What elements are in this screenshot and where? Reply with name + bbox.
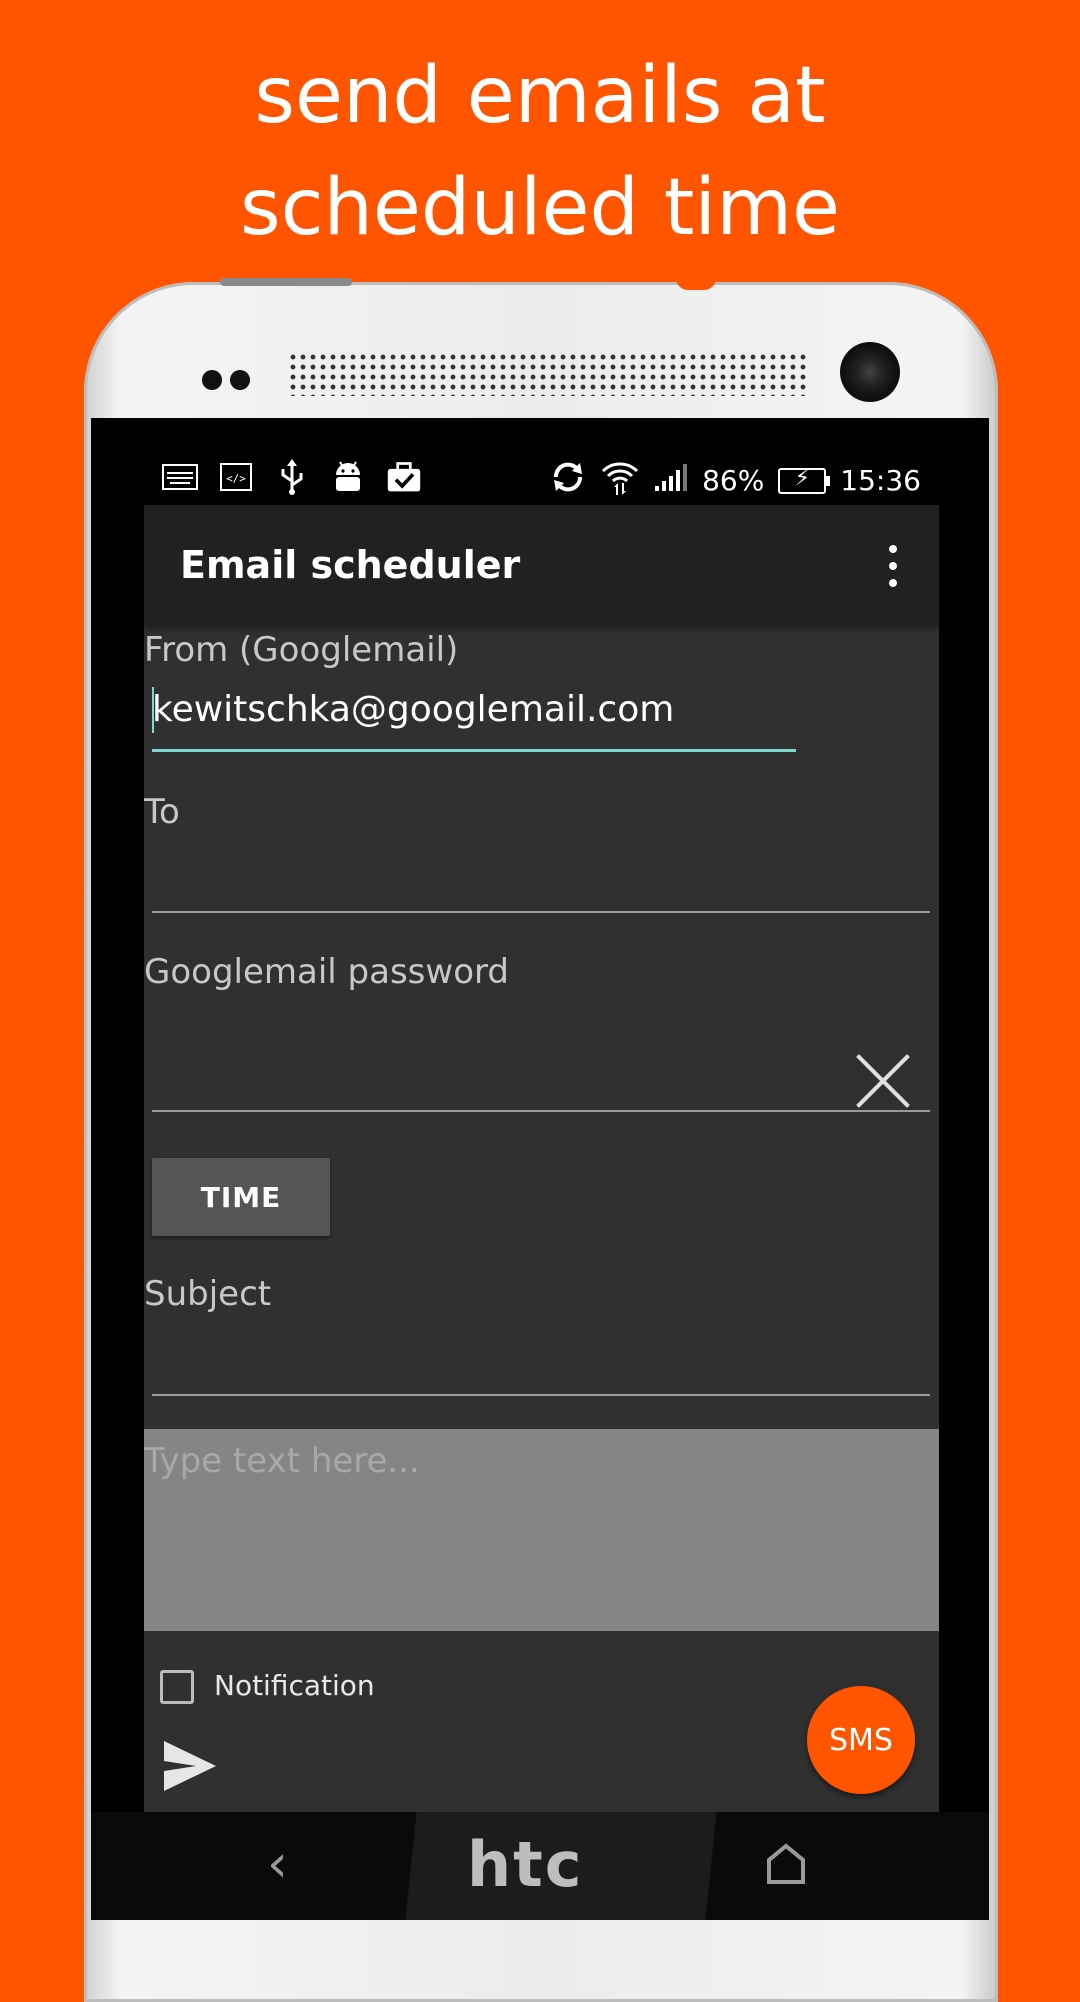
navigation-bar: ‹ htc <box>91 1812 989 1920</box>
sync-icon <box>550 459 586 502</box>
password-input-underline <box>152 1110 930 1112</box>
time-button[interactable]: TIME <box>152 1158 330 1236</box>
sms-fab-button[interactable]: SMS <box>807 1686 915 1794</box>
android-icon <box>330 459 366 495</box>
notification-checkbox[interactable] <box>160 1670 194 1704</box>
from-input[interactable]: kewitschka@googlemail.com <box>152 689 674 730</box>
from-label: From (Googlemail) <box>144 630 459 670</box>
usb-icon <box>274 459 310 495</box>
brand-logo: htc <box>467 1828 584 1901</box>
light-sensor-icon <box>230 370 250 390</box>
subject-input[interactable] <box>152 1333 932 1387</box>
notification-label: Notification <box>214 1669 375 1702</box>
back-icon[interactable]: ‹ <box>267 1834 288 1894</box>
to-input-underline <box>152 911 930 913</box>
code-icon: </> <box>218 459 254 495</box>
signal-icon <box>654 462 688 499</box>
from-input-underline <box>152 749 796 752</box>
message-body-input[interactable]: Type text here... <box>144 1429 939 1631</box>
message-body-placeholder: Type text here... <box>144 1441 420 1481</box>
password-input[interactable] <box>152 1011 852 1065</box>
overflow-menu-icon[interactable] <box>887 545 899 587</box>
headline-line-2: scheduled time <box>239 163 841 253</box>
send-icon[interactable] <box>162 1739 218 1793</box>
battery-charging-icon: ⚡ <box>778 466 831 494</box>
app-title: Email scheduler <box>180 543 521 587</box>
power-button <box>220 278 352 286</box>
promo-headline: send emails at scheduled time <box>0 40 1080 264</box>
speaker-grille <box>288 352 808 396</box>
briefcase-check-icon <box>386 459 422 495</box>
home-icon[interactable] <box>761 1832 811 1892</box>
keyboard-icon <box>162 459 198 495</box>
app-screen: </> 86% ⚡ 15:36 Email scheduler From (Go… <box>144 451 939 1812</box>
subject-input-underline <box>152 1394 930 1396</box>
battery-percent: 86% <box>702 464 765 497</box>
svg-text:</>: </> <box>226 472 246 485</box>
to-label: To <box>144 792 180 832</box>
headline-line-1: send emails at <box>254 51 826 141</box>
clear-password-icon[interactable] <box>851 1049 915 1113</box>
password-label: Googlemail password <box>144 952 509 992</box>
phone-top-notch <box>676 278 716 290</box>
app-bar: Email scheduler <box>144 505 939 625</box>
clock: 15:36 <box>840 464 921 497</box>
proximity-sensor-icon <box>202 370 222 390</box>
wifi-icon <box>600 457 640 504</box>
subject-label: Subject <box>144 1274 272 1314</box>
status-bar: </> 86% ⚡ 15:36 <box>144 451 939 505</box>
to-input[interactable] <box>152 851 932 905</box>
front-camera-icon <box>840 342 900 402</box>
